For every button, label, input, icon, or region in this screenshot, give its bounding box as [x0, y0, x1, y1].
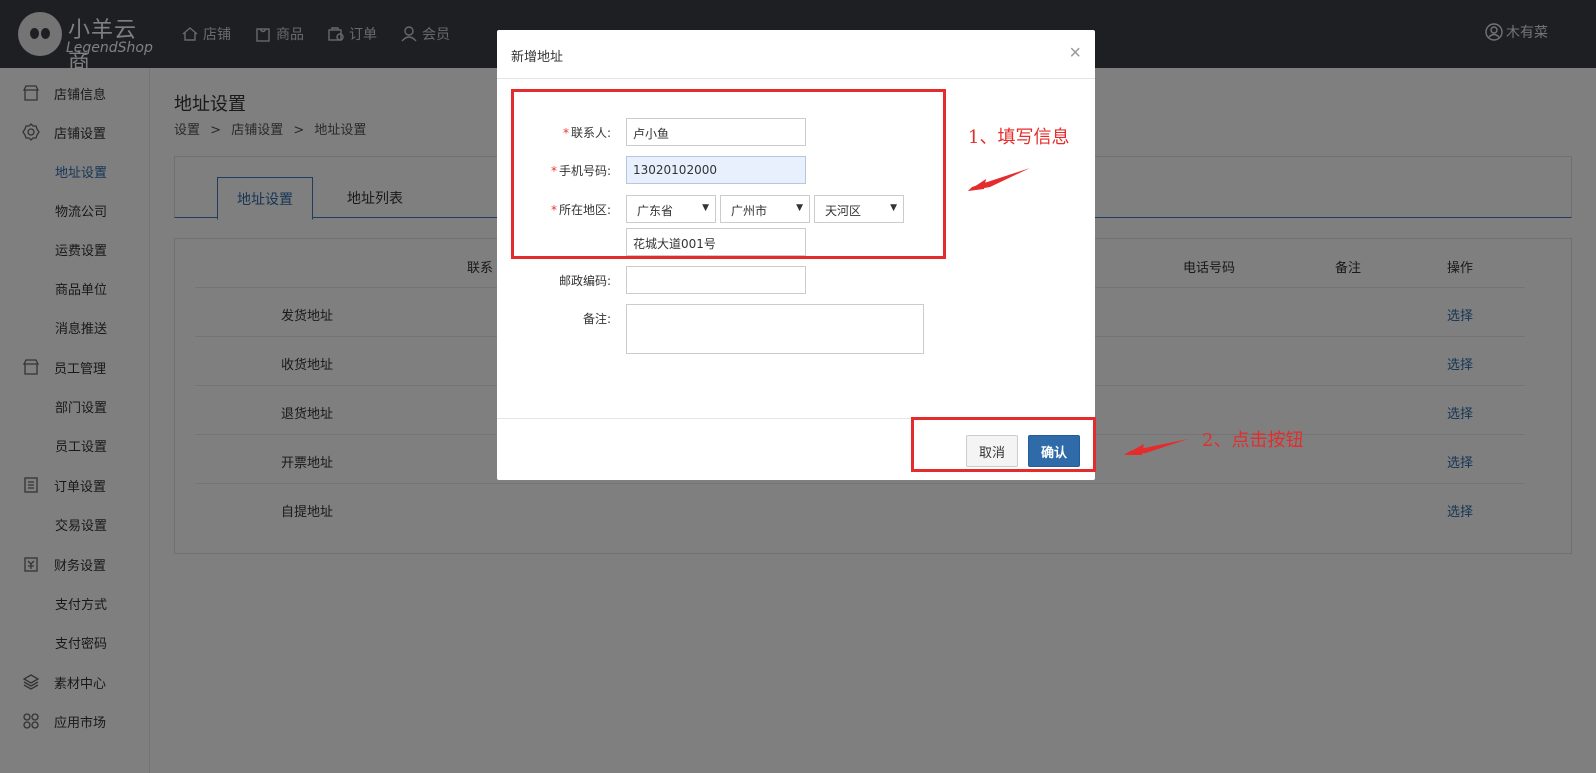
remark-textarea[interactable] [626, 304, 924, 354]
highlight-form-box [511, 89, 946, 259]
dialog-header: 新增地址 × [497, 30, 1095, 79]
zip-label: 邮政编码: [558, 274, 611, 288]
highlight-buttons-box [911, 417, 1096, 472]
close-icon[interactable]: × [1069, 42, 1081, 65]
arrow-icon [968, 168, 1030, 191]
annotation-step1: 1、填写信息 [968, 127, 1070, 148]
zip-field[interactable] [626, 266, 806, 294]
arrow-icon [1124, 439, 1188, 455]
zip-row: 邮政编码: [497, 266, 1095, 296]
dialog-title: 新增地址 [511, 50, 564, 65]
remark-row: 备注: [497, 304, 1095, 356]
annotation-step2: 2、点击按钮 [1202, 430, 1304, 451]
remark-label: 备注: [582, 312, 611, 326]
